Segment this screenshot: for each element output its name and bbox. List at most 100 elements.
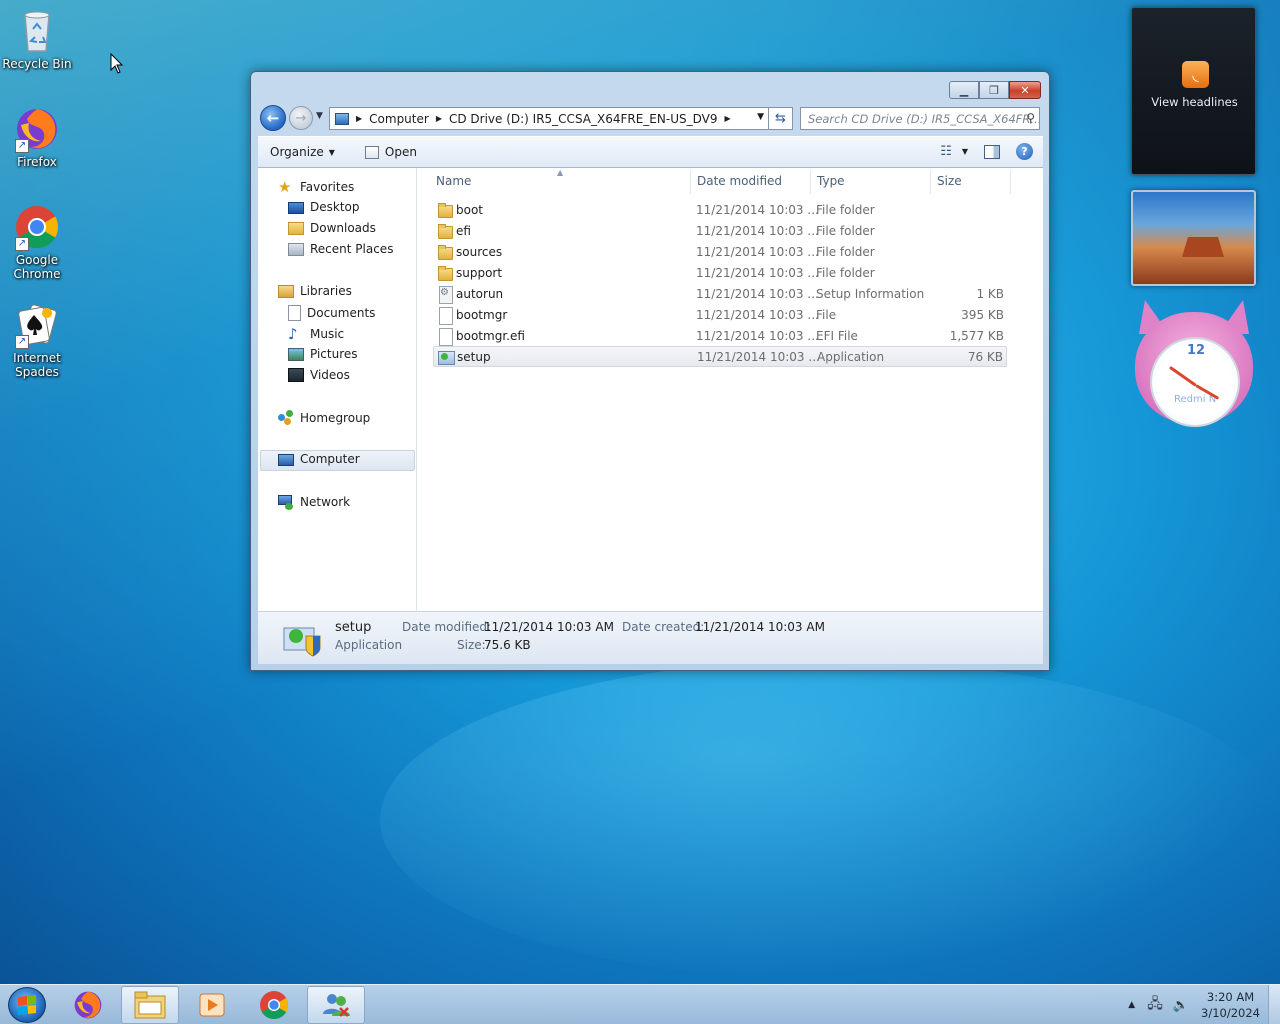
explorer-window[interactable]: ▁ ❐ ✕ ← → ▼ ▶ Computer ▶ CD Drive (D:) I… [250,71,1050,671]
column-divider[interactable] [810,170,811,194]
change-view-button[interactable]: ☷ ▼ [940,144,968,159]
maximize-button[interactable]: ❐ [979,81,1009,99]
file-name: bootmgr.efi [456,329,525,343]
preview-pane-button[interactable] [984,144,1000,159]
show-desktop-button[interactable] [1268,985,1280,1024]
taskbar-firefox[interactable] [59,986,117,1024]
details-size: 75.6 KB [484,638,531,652]
clock-gadget[interactable]: 12 Redmi N [1131,300,1257,428]
navigation-pane: ★ Favorites Desktop Downloads Recent Pla… [258,168,417,611]
address-bar[interactable]: ▶ Computer ▶ CD Drive (D:) IR5_CCSA_X64F… [329,107,769,130]
desktop-background-swoosh [380,660,1280,980]
recent-places-icon [288,242,304,256]
nav-item-desktop[interactable]: Desktop [288,200,360,214]
taskbar-windows-explorer[interactable] [121,986,179,1024]
recent-pages-dropdown[interactable]: ▼ [316,111,323,121]
clock-date: 3/10/2024 [1201,1006,1260,1020]
nav-label: Homegroup [300,411,371,425]
search-icon[interactable]: ⚲ [1026,111,1035,125]
taskbar-google-chrome[interactable] [245,986,303,1024]
show-hidden-icons-button[interactable]: ▲ [1128,1000,1135,1010]
network-tray-icon[interactable]: 🖧 [1147,993,1163,1017]
nav-item-music[interactable]: ♪ Music [288,326,344,342]
chrome-icon [260,991,289,1020]
taskbar-clock[interactable]: 3:20 AM 3/10/2024 [1201,989,1260,1021]
file-row-bootmgr-efi[interactable]: bootmgr.efi 11/21/2014 10:03 ... EFI Fil… [433,326,1007,347]
desktop-icon-google-chrome[interactable]: ↗ Google Chrome [1,203,73,281]
nav-item-documents[interactable]: Documents [288,305,375,321]
nav-item-pictures[interactable]: Pictures [288,347,358,361]
desktop-icon-recycle-bin[interactable]: Recycle Bin [1,7,73,71]
file-row-sources[interactable]: sources 11/21/2014 10:03 ... File folder [433,242,1007,263]
nav-label: Documents [307,306,376,320]
slideshow-gadget[interactable] [1131,190,1256,286]
feed-headlines-gadget[interactable]: ◟ View headlines [1131,7,1256,175]
taskbar-media-player[interactable] [183,986,241,1024]
column-header-type[interactable]: Type [817,174,845,188]
details-file-name: setup [335,620,372,635]
downloads-folder-icon [288,221,304,235]
maximize-icon: ❐ [989,83,999,97]
open-button[interactable]: Open [364,145,417,159]
file-row-efi[interactable]: efi 11/21/2014 10:03 ... File folder [433,221,1007,242]
file-size: 1 KB [976,287,1004,301]
breadcrumb-computer[interactable]: Computer [369,112,429,126]
folder-icon [437,265,453,281]
file-date: 11/21/2014 10:03 ... [696,266,819,280]
nav-item-network[interactable]: Network [278,494,350,510]
file-type: File folder [816,203,875,217]
file-date: 11/21/2014 10:03 ... [696,245,819,259]
back-button[interactable]: ← [260,105,286,131]
nav-item-videos[interactable]: Videos [288,368,350,382]
users-icon [323,994,350,1017]
nav-item-favorites[interactable]: ★ Favorites [278,179,354,195]
breadcrumb-separator-icon[interactable]: ▶ [436,114,442,123]
organize-button[interactable]: Organize ▼ [270,145,335,159]
nav-item-downloads[interactable]: Downloads [288,221,376,235]
view-headlines-link[interactable]: View headlines [1132,95,1257,109]
breadcrumb-separator-icon[interactable]: ▶ [724,114,730,123]
desktop-icon-firefox[interactable]: ↗ Firefox [1,105,73,169]
videos-icon [288,368,304,382]
file-size: 1,577 KB [949,329,1004,343]
column-divider[interactable] [1010,170,1011,194]
pictures-icon [288,347,304,361]
sort-ascending-icon: ▲ [557,168,564,177]
taskbar-users-app[interactable] [307,986,365,1024]
help-icon[interactable]: ? [1016,143,1033,160]
volume-muted-icon[interactable]: 🔈 [1173,998,1189,1013]
column-header-date-modified[interactable]: Date modified [697,174,782,188]
start-button[interactable] [8,987,46,1023]
breadcrumb-separator-icon[interactable]: ▶ [356,114,362,123]
nav-item-recent-places[interactable]: Recent Places [288,242,393,256]
search-input[interactable]: Search CD Drive (D:) IR5_CCSA_X64FR... ⚲ [800,107,1040,130]
file-row-autorun[interactable]: autorun 11/21/2014 10:03 ... Setup Infor… [433,284,1007,305]
column-divider[interactable] [690,170,691,194]
desktop-icon-internet-spades[interactable]: ↗ Internet Spades [1,301,73,379]
nav-item-computer[interactable]: Computer [278,452,360,466]
file-row-support[interactable]: support 11/21/2014 10:03 ... File folder [433,263,1007,284]
minimize-button[interactable]: ▁ [949,81,979,99]
forward-button[interactable]: → [289,106,313,130]
mouse-cursor-icon [110,53,124,74]
shortcut-arrow-icon: ↗ [15,335,29,349]
file-row-boot[interactable]: boot 11/21/2014 10:03 ... File folder [433,200,1007,221]
address-dropdown-icon[interactable]: ▼ [757,112,764,122]
file-name: boot [456,203,484,217]
nav-item-homegroup[interactable]: Homegroup [278,410,370,426]
column-header-size[interactable]: Size [937,174,962,188]
file-row-bootmgr[interactable]: bootmgr 11/21/2014 10:03 ... File 395 KB [433,305,1007,326]
nav-label: Network [300,495,351,509]
minimize-icon: ▁ [959,83,969,97]
documents-icon [288,305,301,321]
breadcrumb-cd-drive[interactable]: CD Drive (D:) IR5_CCSA_X64FRE_EN-US_DV9 [449,112,718,126]
refresh-button[interactable]: ⇆ [769,107,793,130]
close-button[interactable]: ✕ [1009,81,1041,99]
column-header-name[interactable]: Name [436,174,471,188]
taskbar: ▲ 🖧 🔈 3:20 AM 3/10/2024 [0,984,1280,1024]
file-type: File folder [816,266,875,280]
column-divider[interactable] [930,170,931,194]
file-row-setup[interactable]: setup 11/21/2014 10:03 ... Application 7… [433,346,1007,367]
nav-item-libraries[interactable]: Libraries [278,284,352,298]
file-type: File [816,308,837,322]
